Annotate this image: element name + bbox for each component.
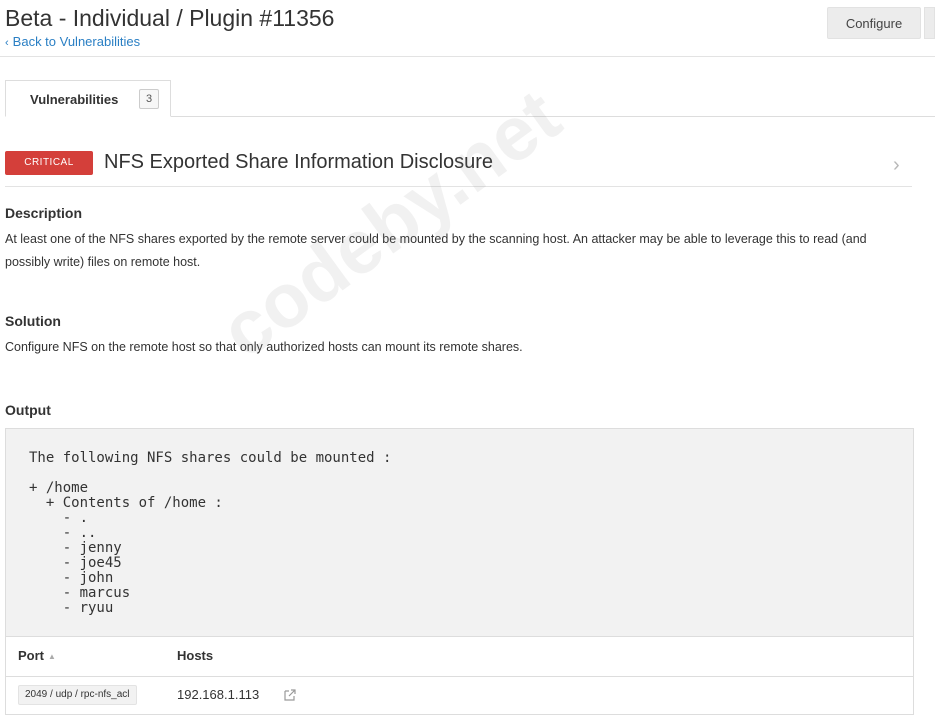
chevron-left-icon: ‹	[5, 37, 9, 49]
back-to-vulnerabilities-link[interactable]: ‹ Back to Vulnerabilities	[5, 34, 140, 49]
table-divider	[6, 676, 913, 677]
back-link-label: Back to Vulnerabilities	[12, 34, 141, 49]
hosts-table: Port ▲ Hosts 2049 / udp / rpc-nfs_acl 192…	[5, 637, 914, 715]
output-panel: The following NFS shares could be mounte…	[5, 428, 914, 637]
port-tag: 2049 / udp / rpc-nfs_acl	[18, 685, 137, 705]
description-title: Description	[5, 205, 83, 221]
description-text: At least one of the NFS shares exported …	[5, 232, 867, 269]
vulnerability-title: NFS Exported Share Information Disclosur…	[104, 151, 494, 173]
configure-button[interactable]: Configure	[827, 7, 921, 39]
column-header-port[interactable]: Port ▲	[18, 648, 56, 663]
host-ip[interactable]: 192.168.1.113	[177, 687, 259, 702]
tab-vulnerabilities[interactable]: Vulnerabilities 3	[5, 80, 171, 117]
more-button[interactable]	[924, 7, 935, 39]
tab-label: Vulnerabilities	[30, 92, 119, 107]
output-title: Output	[5, 402, 51, 418]
divider	[5, 186, 912, 187]
page-title: Beta - Individual / Plugin #11356	[5, 5, 335, 31]
watermark: codeby.net	[205, 73, 576, 375]
page-header: Beta - Individual / Plugin #11356 ‹ Back …	[0, 0, 935, 57]
plugin-page: Beta - Individual / Plugin #11356 ‹ Back …	[0, 0, 935, 719]
column-header-hosts: Hosts	[177, 648, 214, 663]
output-text: The following NFS shares could be mounte…	[29, 450, 392, 616]
chevron-right-icon[interactable]: ›	[893, 154, 900, 177]
sort-icon: ▲	[48, 652, 56, 661]
severity-badge: CRITICAL	[5, 151, 93, 175]
column-header-port-label: Port	[18, 648, 44, 663]
external-link-icon[interactable]	[283, 688, 297, 702]
solution-title: Solution	[5, 313, 61, 329]
solution-text: Configure NFS on the remote host so that…	[5, 340, 523, 354]
tab-count-badge: 3	[139, 89, 159, 109]
